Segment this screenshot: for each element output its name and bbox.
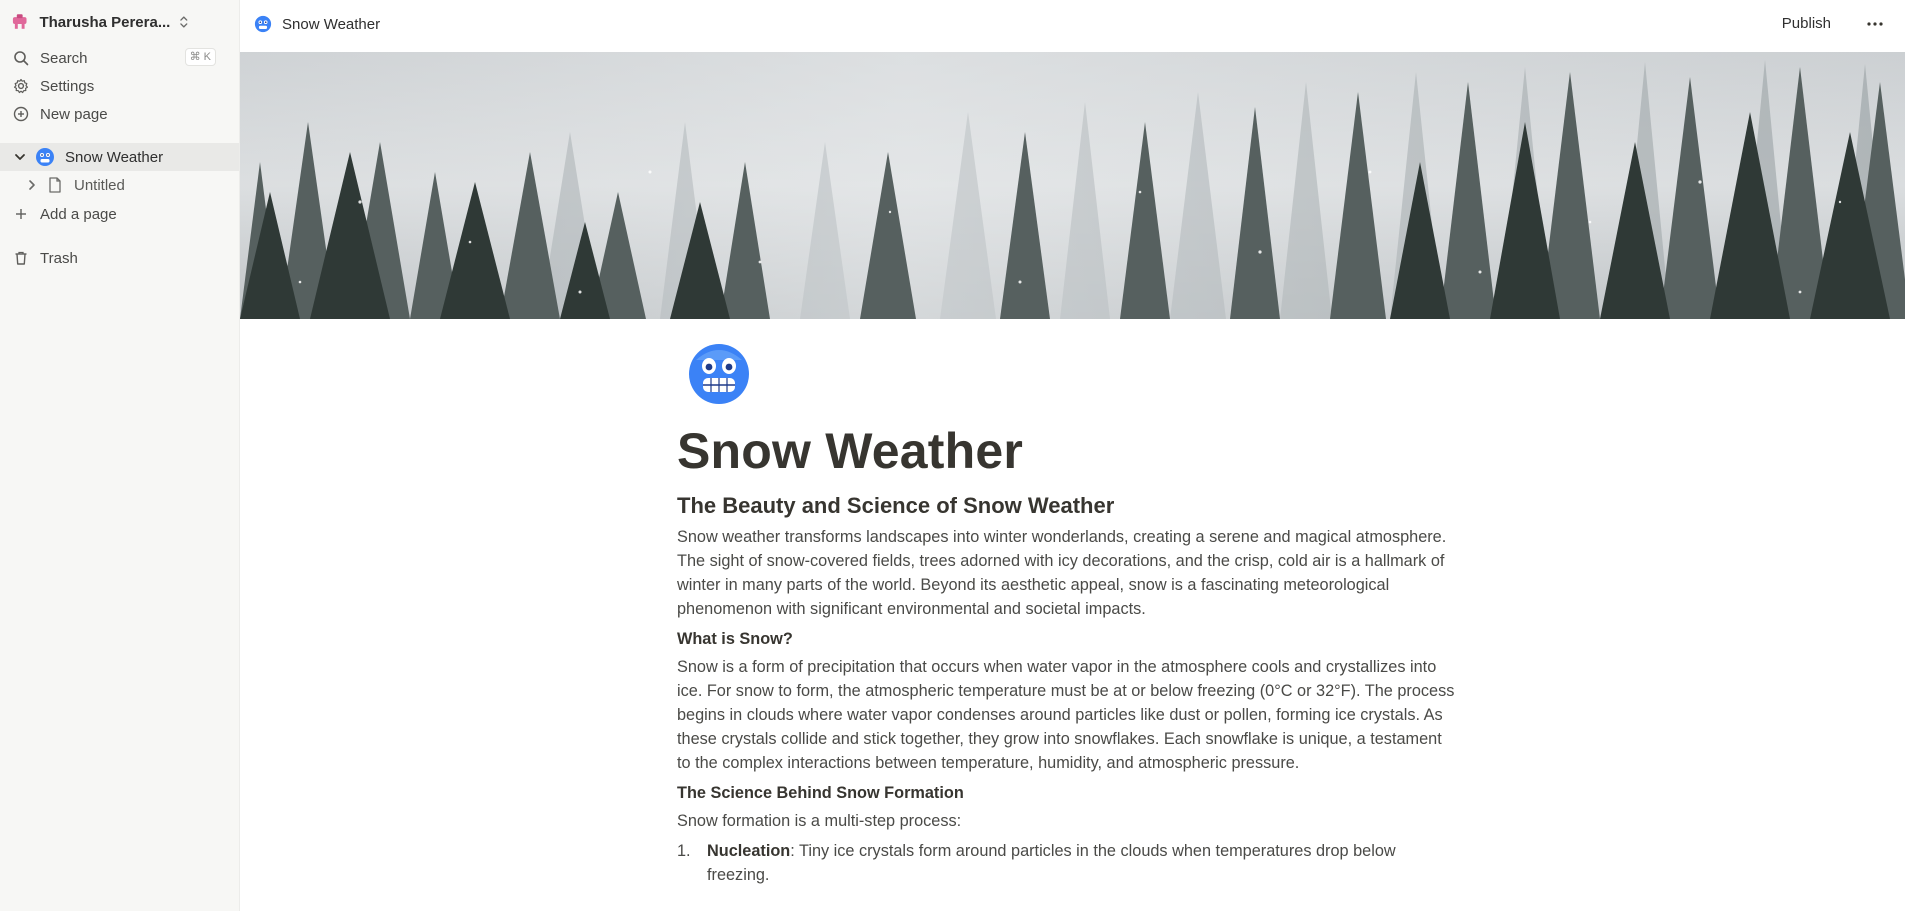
list-item-term: Nucleation — [707, 842, 791, 860]
what-is-snow-paragraph[interactable]: Snow is a form of precipitation that occ… — [677, 655, 1457, 775]
freezing-face-icon — [254, 15, 272, 33]
cover-image[interactable] — [240, 52, 1905, 319]
page-title[interactable]: Snow Weather — [677, 421, 1457, 481]
snowy-forest-image — [240, 52, 1905, 319]
what-is-snow-heading[interactable]: What is Snow? — [677, 627, 1457, 651]
page-content: Snow Weather The Beauty and Science of S… — [677, 340, 1457, 887]
list-item-body: : Tiny ice crystals form around particle… — [707, 842, 1396, 884]
gear-icon — [12, 77, 30, 95]
sidebar-item-label: Untitled — [74, 176, 125, 194]
workspace-logo-icon — [12, 14, 27, 29]
freezing-face-icon[interactable] — [686, 340, 752, 406]
plus-circle-icon — [12, 105, 30, 123]
trash-icon — [12, 249, 30, 267]
sidebar-search-label: Search — [40, 49, 88, 67]
document-icon — [49, 177, 61, 193]
section-heading[interactable]: The Beauty and Science of Snow Weather — [677, 491, 1457, 521]
workspace-name: Tharusha Perera... — [39, 13, 171, 31]
list-item[interactable]: 1. Nucleation: Tiny ice crystals form ar… — [677, 839, 1457, 887]
sidebar-item-untitled[interactable]: Untitled — [0, 171, 239, 199]
sidebar-trash[interactable]: Trash — [12, 246, 228, 270]
science-intro-paragraph[interactable]: Snow formation is a multi-step process: — [677, 809, 1457, 833]
sidebar-settings[interactable]: Settings — [12, 74, 228, 98]
workspace-switcher[interactable]: Tharusha Perera... — [10, 10, 190, 34]
topbar: Snow Weather Publish — [240, 0, 1905, 52]
sidebar-add-page-label: Add a page — [40, 205, 117, 223]
sidebar-search[interactable]: Search ⌘ K — [12, 46, 228, 70]
sidebar-new-page[interactable]: New page — [12, 102, 228, 126]
chevron-down-icon[interactable] — [12, 149, 28, 165]
breadcrumb-label: Snow Weather — [282, 15, 381, 33]
sidebar-settings-label: Settings — [40, 77, 95, 95]
publish-button[interactable]: Publish — [1782, 15, 1831, 32]
search-icon — [12, 49, 30, 67]
sidebar-item-snow-weather[interactable]: Snow Weather — [0, 143, 239, 171]
intro-paragraph[interactable]: Snow weather transforms landscapes into … — [677, 525, 1457, 621]
plus-icon — [12, 205, 30, 223]
freezing-face-icon — [36, 148, 54, 166]
list-item-text: Nucleation: Tiny ice crystals form aroun… — [707, 839, 1457, 887]
list-number: 1. — [677, 842, 691, 860]
sidebar-trash-label: Trash — [40, 249, 78, 267]
sidebar-new-page-label: New page — [40, 105, 108, 123]
sidebar: Tharusha Perera... Search ⌘ K Settings N… — [0, 0, 240, 911]
search-shortcut-badge: ⌘ K — [184, 48, 216, 66]
chevron-up-down-icon — [180, 16, 188, 28]
chevron-right-icon[interactable] — [24, 177, 40, 193]
sidebar-item-label: Snow Weather — [65, 148, 164, 166]
more-options-icon[interactable] — [1863, 12, 1887, 36]
breadcrumb[interactable]: Snow Weather — [254, 15, 380, 33]
science-heading[interactable]: The Science Behind Snow Formation — [677, 781, 1457, 805]
sidebar-add-page[interactable]: Add a page — [12, 202, 228, 226]
